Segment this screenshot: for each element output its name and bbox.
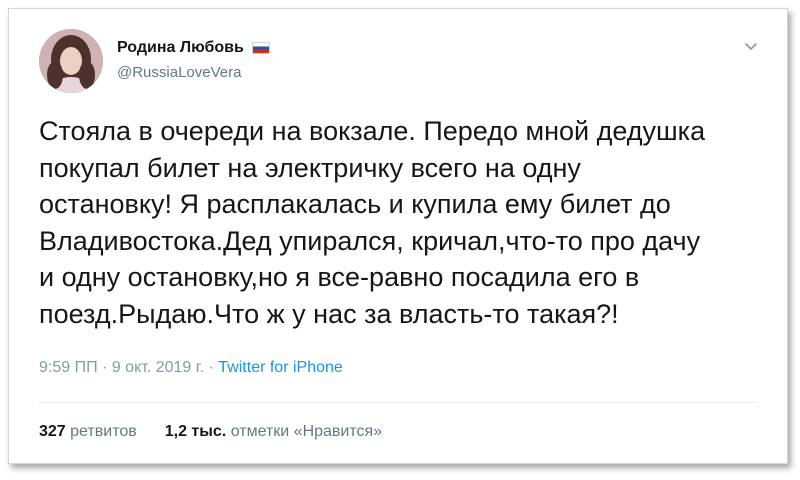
tweet-date[interactable]: 9 окт. 2019 г. — [112, 359, 204, 376]
retweets-count: 327 — [39, 423, 66, 440]
likes-label: отметки «Нравится» — [230, 423, 383, 440]
tweet-meta: 9:59 ПП · 9 окт. 2019 г. · Twitter for i… — [39, 359, 343, 377]
tweet-text: Стояла в очереди на вокзале. Передо мной… — [39, 116, 706, 329]
likes-count: 1,2 тыс. — [164, 423, 227, 440]
author-handle[interactable]: @RussiaLoveVera — [117, 64, 241, 81]
retweets-stat[interactable]: 327 ретвитов — [39, 423, 137, 441]
divider — [39, 402, 757, 403]
meta-separator: · — [102, 359, 108, 376]
author-name-row: Родина Любовь — [117, 39, 270, 57]
tweet-stats: 327 ретвитов 1,2 тыс. отметки «Нравится» — [39, 423, 382, 441]
likes-stat[interactable]: 1,2 тыс. отметки «Нравится» — [165, 423, 382, 441]
tweet-card: Родина Любовь @RussiaLoveVera Стояла в о… — [8, 8, 788, 464]
avatar[interactable] — [39, 29, 103, 93]
meta-separator: · — [208, 359, 214, 376]
retweets-label: ретвитов — [70, 423, 137, 440]
author-display-name[interactable]: Родина Любовь — [117, 39, 244, 57]
avatar-image — [39, 29, 103, 93]
tweet-time[interactable]: 9:59 ПП — [39, 359, 98, 376]
chevron-down-icon[interactable] — [743, 39, 759, 55]
tweet-source-link[interactable]: Twitter for iPhone — [218, 359, 343, 376]
russia-flag-icon — [251, 42, 270, 54]
